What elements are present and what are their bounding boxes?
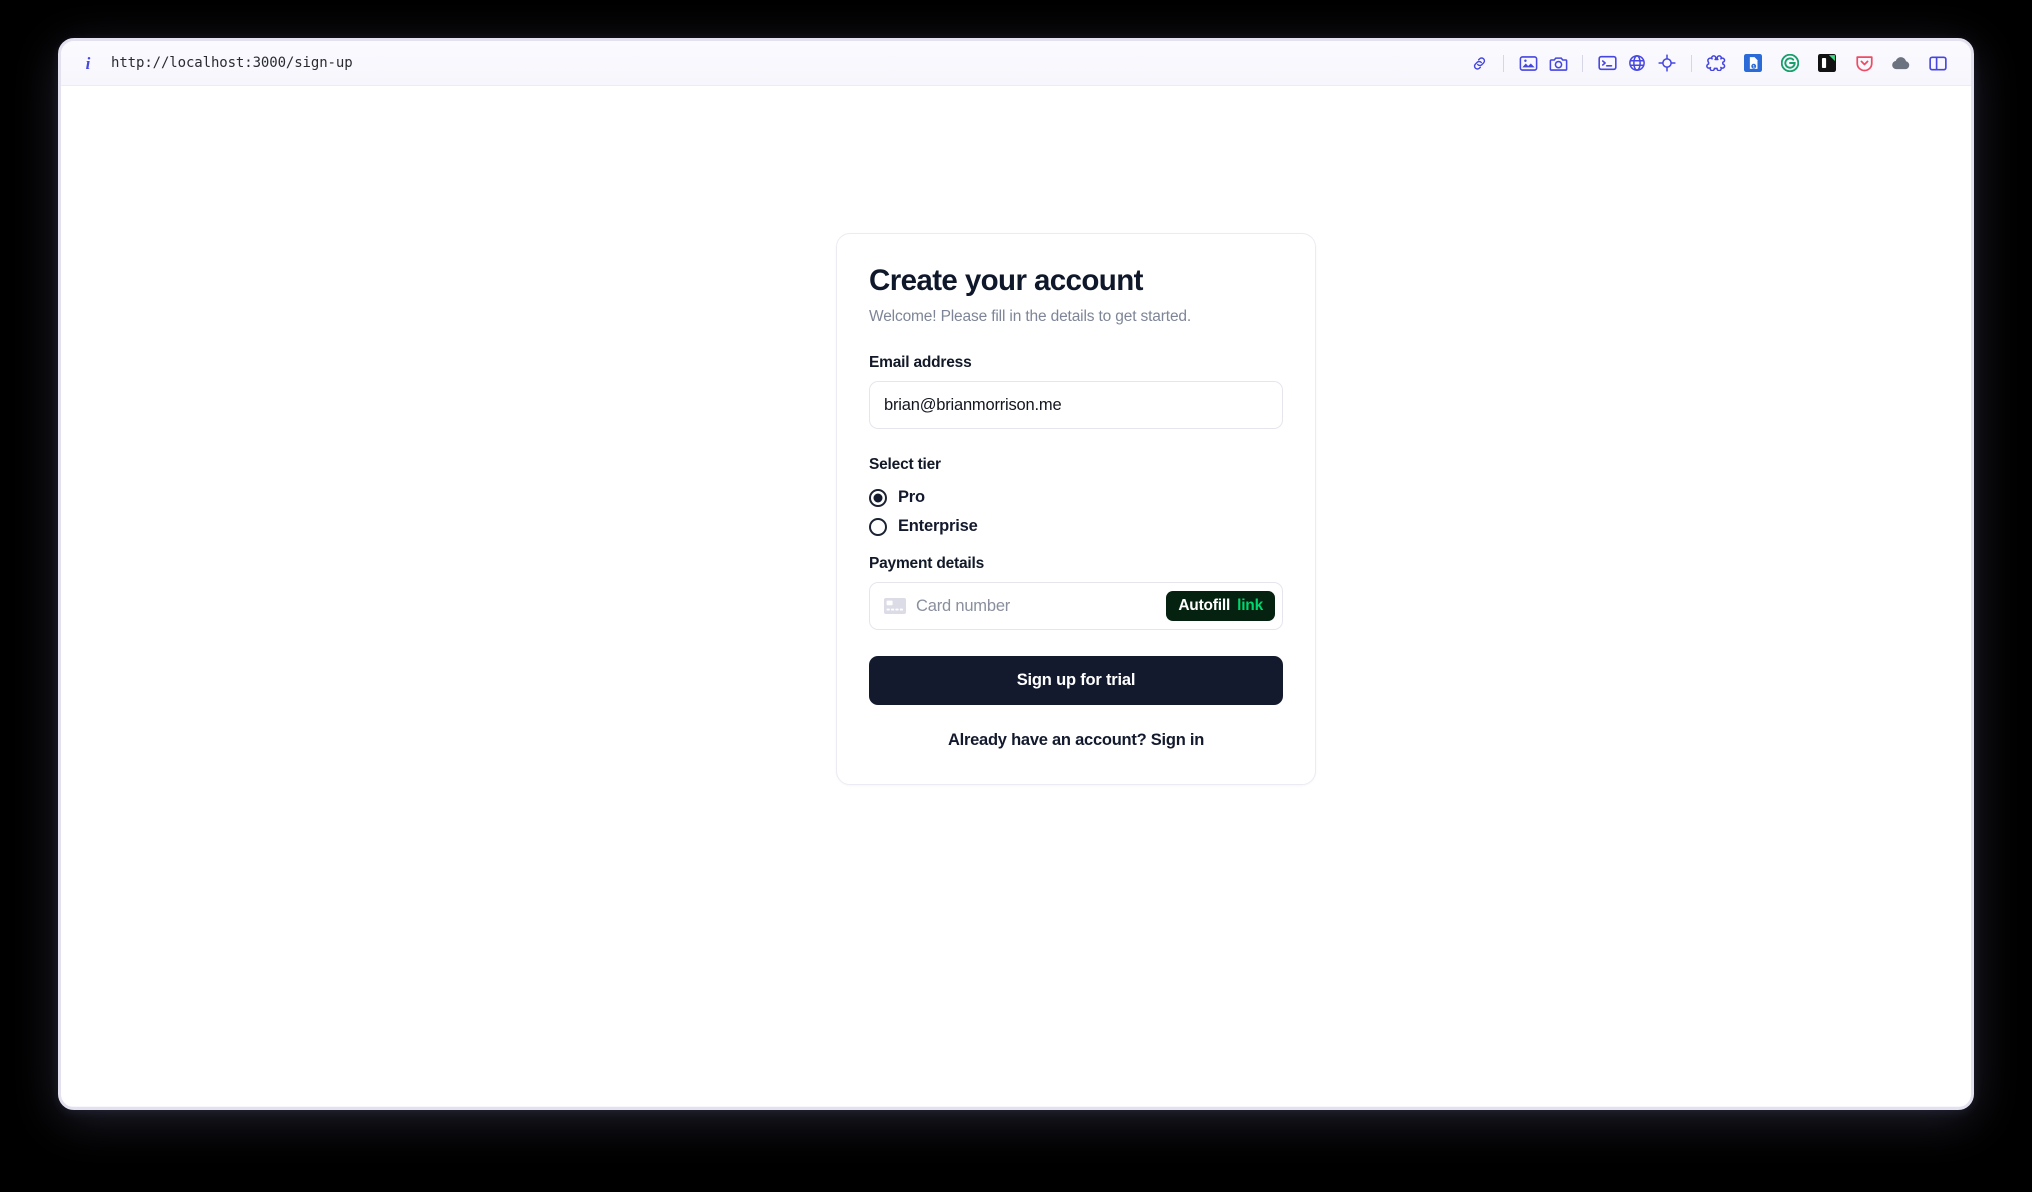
radio-label-pro: Pro — [898, 488, 925, 507]
screen-canvas: i http://localhost:3000/sign-up 1 Create… — [0, 0, 2032, 1192]
signin-link[interactable]: Already have an account? Sign in — [869, 731, 1283, 750]
toolbar-divider — [1582, 54, 1583, 72]
credit-card-icon — [884, 598, 906, 615]
crosshair-icon[interactable] — [1652, 49, 1682, 77]
toolbar-divider — [1503, 54, 1504, 72]
signup-card: Create your account Welcome! Please fill… — [836, 233, 1316, 786]
tier-field-block: Select tier Pro Enterprise — [869, 456, 1283, 541]
radio-option-enterprise[interactable]: Enterprise — [869, 512, 1283, 541]
radio-label-enterprise: Enterprise — [898, 517, 978, 536]
url-bar[interactable]: i http://localhost:3000/sign-up — [81, 55, 353, 72]
radio-option-pro[interactable]: Pro — [869, 483, 1283, 512]
grammarly-icon[interactable] — [1775, 49, 1805, 77]
browser-toolbar: i http://localhost:3000/sign-up 1 — [61, 41, 1971, 86]
info-icon[interactable]: i — [81, 55, 95, 72]
puzzle-piece-icon[interactable] — [1701, 49, 1731, 77]
email-label: Email address — [869, 354, 972, 372]
camera-icon[interactable] — [1543, 49, 1573, 77]
page-subtitle: Welcome! Please fill in the details to g… — [869, 307, 1192, 325]
autofill-label: Autofill — [1178, 597, 1231, 615]
tier-radio-group: Pro Enterprise — [869, 483, 1283, 541]
pocket-icon[interactable] — [1849, 49, 1879, 77]
radio-icon-pro[interactable] — [869, 488, 887, 507]
page-title: Create your account — [869, 264, 1143, 297]
image-capture-icon[interactable] — [1513, 49, 1543, 77]
terminal-icon[interactable] — [1592, 49, 1622, 77]
toolbar-divider — [1691, 54, 1692, 72]
url-text: http://localhost:3000/sign-up — [111, 55, 353, 71]
autofill-link-button[interactable]: Autofill link — [1166, 591, 1275, 621]
cloud-icon[interactable] — [1886, 49, 1916, 77]
email-field-block: Email address — [869, 354, 1283, 430]
password-manager-icon[interactable]: 1 — [1738, 49, 1768, 77]
payment-field-block: Payment details Card number Autofill lin… — [869, 555, 1283, 631]
email-input[interactable] — [869, 381, 1283, 430]
page-viewport: Create your account Welcome! Please fill… — [61, 86, 1971, 1106]
split-panel-icon[interactable] — [1923, 49, 1953, 77]
card-number-input[interactable]: Card number Autofill link — [869, 582, 1283, 631]
notes-app-icon[interactable] — [1812, 49, 1842, 77]
card-number-placeholder: Card number — [916, 596, 1011, 615]
link-brand-label: link — [1237, 597, 1263, 615]
browser-window: i http://localhost:3000/sign-up 1 Create… — [58, 38, 1974, 1110]
tier-label: Select tier — [869, 456, 941, 474]
radio-icon-enterprise[interactable] — [869, 517, 887, 536]
toolbar-icon-group: 1 — [1464, 49, 1953, 77]
signup-submit-button[interactable]: Sign up for trial — [869, 656, 1283, 706]
link-icon[interactable] — [1464, 49, 1494, 77]
globe-icon[interactable] — [1622, 49, 1652, 77]
payment-label: Payment details — [869, 555, 985, 573]
